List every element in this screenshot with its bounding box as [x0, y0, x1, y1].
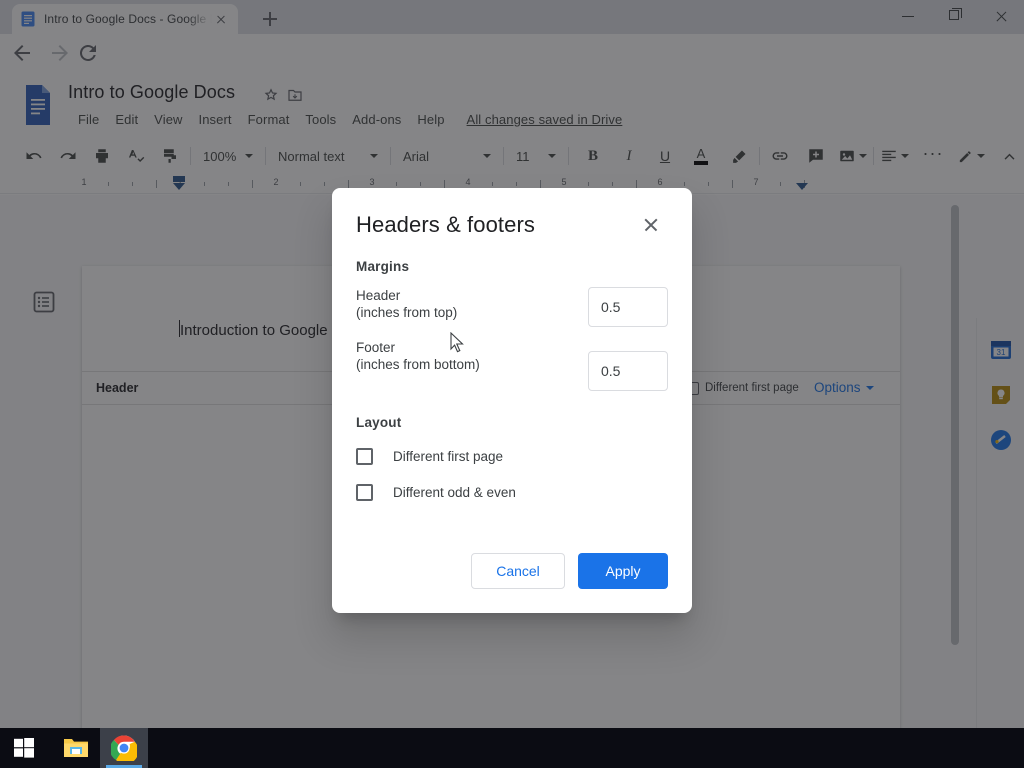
dialog-close-icon[interactable]	[640, 214, 662, 236]
windows-taskbar	[0, 728, 1024, 768]
mouse-cursor	[450, 331, 465, 354]
margins-section-title: Margins	[356, 259, 410, 274]
headers-footers-dialog: Headers & footers Margins Header (inches…	[332, 188, 692, 613]
different-odd-even-row[interactable]: Different odd & even	[356, 484, 516, 501]
footer-margin-input[interactable]: 0.5	[588, 351, 668, 391]
header-margin-label: Header (inches from top)	[356, 288, 457, 321]
header-margin-input[interactable]: 0.5	[588, 287, 668, 327]
header-margin-label-line2: (inches from top)	[356, 304, 458, 320]
apply-button[interactable]: Apply	[578, 553, 668, 589]
different-first-page-checkbox[interactable]	[356, 448, 373, 465]
different-first-page-row[interactable]: Different first page	[356, 448, 503, 465]
layout-section-title: Layout	[356, 415, 402, 430]
different-odd-even-checkbox[interactable]	[356, 484, 373, 501]
different-first-page-label: Different first page	[393, 449, 504, 464]
file-explorer-icon[interactable]	[52, 728, 100, 768]
cancel-button[interactable]: Cancel	[471, 553, 565, 589]
footer-margin-label-line2: (inches from bottom)	[356, 356, 480, 372]
windows-start-icon[interactable]	[0, 728, 48, 768]
different-odd-even-label: Different odd & even	[393, 485, 516, 500]
browser-window: Intro to Google Docs - Google D docs.goo…	[0, 0, 1024, 728]
header-margin-label-line1: Header	[356, 288, 401, 303]
dialog-title: Headers & footers	[356, 212, 536, 237]
google-chrome-icon[interactable]	[100, 728, 148, 768]
